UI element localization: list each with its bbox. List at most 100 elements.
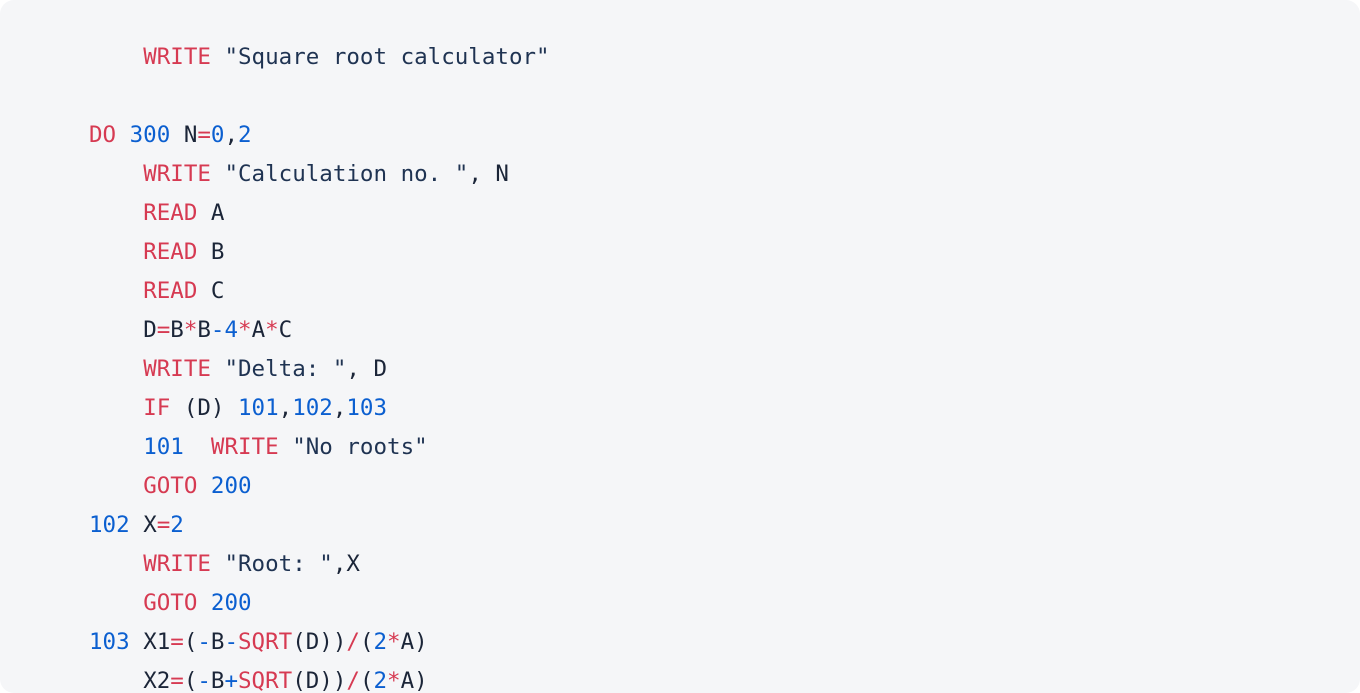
code-line[interactable]: READ C — [89, 272, 1360, 311]
code-token-identifier: B — [170, 317, 184, 343]
code-line[interactable]: WRITE "Delta: ", D — [89, 350, 1360, 389]
code-token-identifier: N — [183, 122, 198, 148]
code-token-punctuation: ( — [359, 629, 374, 655]
code-token-operator: = — [156, 512, 171, 538]
code-token-keyword: GOTO — [143, 473, 198, 499]
code-token-identifier: A — [251, 317, 266, 343]
code-line[interactable]: 102 X=2 — [89, 506, 1360, 545]
code-token-keyword: DO — [89, 122, 117, 148]
code-token-identifier: D — [373, 356, 388, 382]
code-token-number: 300 — [129, 122, 171, 148]
code-line[interactable]: READ B — [89, 233, 1360, 272]
code-token-punctuation: ( — [183, 629, 198, 655]
code-token-number: - — [210, 317, 225, 343]
code-block[interactable]: WRITE "Square root calculator" DO 300 N=… — [0, 0, 1360, 693]
code-token-punctuation: , — [278, 395, 293, 421]
code-token-operator: = — [170, 629, 184, 655]
code-token-keyword: READ — [143, 278, 198, 304]
code-token-function: SQRT — [238, 629, 293, 655]
code-token-punctuation: ( — [292, 668, 306, 693]
code-token-keyword: WRITE — [143, 551, 211, 577]
code-token-number: 2 — [170, 512, 184, 538]
code-token-operator: = — [156, 317, 171, 343]
code-token-identifier: B — [210, 668, 225, 693]
code-token-number: - — [197, 629, 211, 655]
code-token-number: 2 — [238, 122, 252, 148]
code-line[interactable]: DO 300 N=0,2 — [89, 116, 1360, 155]
code-token-identifier: D — [305, 668, 320, 693]
code-line[interactable]: 103 X1=(-B-SQRT(D))/(2*A) — [89, 623, 1360, 662]
code-token-number: 0 — [210, 122, 225, 148]
code-token-string: "Calculation no. " — [224, 161, 469, 187]
code-token-number: 102 — [292, 395, 333, 421]
code-token-punctuation: ) — [414, 668, 428, 693]
code-token-number: 2 — [373, 629, 388, 655]
code-token-keyword: WRITE — [143, 356, 211, 382]
code-token-label: 101 — [143, 434, 184, 460]
code-token-identifier: D — [305, 629, 320, 655]
code-line[interactable]: X2=(-B+SQRT(D))/(2*A) — [89, 662, 1360, 693]
code-token-number: 2 — [373, 668, 388, 693]
code-token-operator: * — [387, 629, 401, 655]
code-token-string: "Root: " — [224, 551, 333, 577]
code-token-identifier: B — [210, 629, 225, 655]
code-token-identifier: X — [143, 512, 157, 538]
code-token-operator: / — [346, 629, 360, 655]
code-token-operator: = — [170, 668, 184, 693]
code-token-punctuation: , — [332, 395, 347, 421]
code-token-label: 103 — [89, 629, 130, 655]
code-token-number: - — [197, 668, 211, 693]
code-line[interactable]: READ A — [89, 194, 1360, 233]
code-token-operator: * — [238, 317, 252, 343]
code-line[interactable]: IF (D) 101,102,103 — [89, 389, 1360, 428]
code-line[interactable] — [89, 77, 1360, 116]
code-token-identifier: X — [346, 551, 360, 577]
code-token-number: - — [224, 629, 239, 655]
code-token-identifier: X2 — [143, 668, 171, 693]
code-token-punctuation: , — [468, 161, 496, 187]
code-token-identifier: D — [197, 395, 211, 421]
code-line[interactable]: D=B*B-4*A*C — [89, 311, 1360, 350]
code-token-punctuation: , — [224, 122, 239, 148]
code-line[interactable]: WRITE "Root: ",X — [89, 545, 1360, 584]
code-token-punctuation: )) — [319, 668, 347, 693]
code-token-operator: = — [197, 122, 211, 148]
code-line[interactable]: GOTO 200 — [89, 467, 1360, 506]
code-token-identifier: A — [400, 668, 415, 693]
code-lines-container[interactable]: WRITE "Square root calculator" DO 300 N=… — [0, 38, 1360, 693]
code-token-keyword: READ — [143, 200, 198, 226]
code-token-operator: * — [387, 668, 401, 693]
code-token-keyword: WRITE — [210, 434, 279, 460]
code-token-punctuation: ( — [183, 668, 198, 693]
code-token-operator: * — [265, 317, 279, 343]
code-token-string: "No roots" — [292, 434, 428, 460]
code-line[interactable]: GOTO 200 — [89, 584, 1360, 623]
code-line[interactable]: WRITE "Square root calculator" — [89, 38, 1360, 77]
code-line[interactable]: 101 WRITE "No roots" — [89, 428, 1360, 467]
code-line[interactable]: WRITE "Calculation no. ", N — [89, 155, 1360, 194]
code-token-keyword: WRITE — [143, 161, 211, 187]
code-token-punctuation: , — [332, 551, 347, 577]
code-token-operator: / — [346, 668, 360, 693]
code-token-punctuation: ) — [210, 395, 239, 421]
